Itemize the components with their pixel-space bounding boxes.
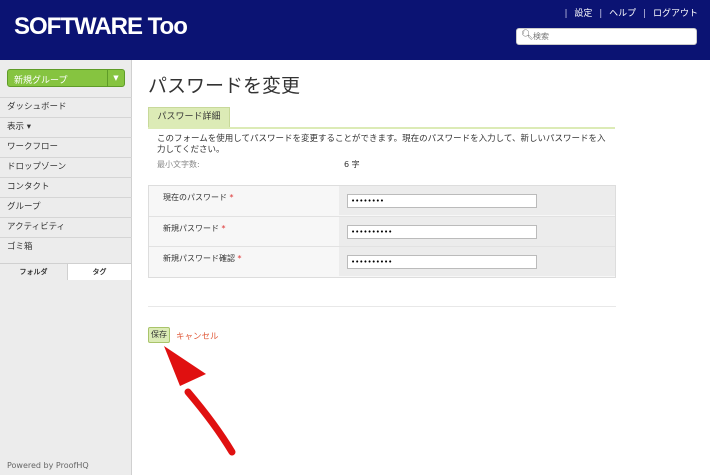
tab-folders[interactable]: フォルダ bbox=[0, 263, 67, 280]
current-password-input[interactable] bbox=[347, 194, 537, 208]
header-bar: SOFTWARE Too | 設定 | ヘルプ | ログアウト 🔍︎ bbox=[0, 0, 710, 60]
tab-tags[interactable]: タグ bbox=[67, 263, 132, 280]
confirm-password-label: 新規パスワード確認 * bbox=[163, 254, 242, 263]
sidebar-item-trash[interactable]: ゴミ箱 bbox=[0, 237, 132, 257]
sidebar-item-dashboard[interactable]: ダッシュボード bbox=[0, 97, 132, 117]
form-row-current: 現在のパスワード * bbox=[149, 186, 615, 215]
new-group-button[interactable]: 新規グループ ▼ bbox=[7, 69, 125, 87]
footer-divider bbox=[148, 306, 616, 307]
search-input[interactable] bbox=[533, 30, 693, 43]
form-description: このフォームを使用してパスワードを変更することができます。現在のパスワードを入力… bbox=[157, 134, 606, 155]
tab-password-details[interactable]: パスワード詳細 bbox=[148, 107, 230, 127]
form-row-new: 新規パスワード * bbox=[149, 216, 615, 246]
caret-down-icon[interactable]: ▼ bbox=[107, 70, 124, 86]
password-form: 現在のパスワード * 新規パスワード * 新規パスワード確認 * bbox=[148, 185, 616, 278]
new-group-label: 新規グループ bbox=[14, 76, 68, 86]
link-separator: | bbox=[599, 9, 603, 19]
sidebar-item-contacts[interactable]: コンタクト bbox=[0, 177, 132, 197]
sidebar-item-groups[interactable]: グループ bbox=[0, 197, 132, 217]
confirm-password-input[interactable] bbox=[347, 255, 537, 269]
sidebar: 新規グループ ▼ ダッシュボード 表示 ▾ ワークフロー ドロップゾーン コンタ… bbox=[0, 60, 132, 475]
sidebar-nav: ダッシュボード 表示 ▾ ワークフロー ドロップゾーン コンタクト グループ ア… bbox=[0, 97, 132, 257]
annotation-arrow-icon bbox=[164, 346, 236, 456]
new-password-label: 新規パスワード * bbox=[163, 224, 226, 233]
sidebar-item-workflow[interactable]: ワークフロー bbox=[0, 137, 132, 157]
help-link[interactable]: ヘルプ bbox=[609, 9, 636, 19]
current-password-label: 現在のパスワード * bbox=[163, 193, 234, 202]
section-divider bbox=[148, 127, 615, 129]
search-icon: 🔍︎ bbox=[521, 30, 534, 41]
app-logo[interactable]: SOFTWARE Too bbox=[14, 13, 188, 41]
link-separator: | bbox=[643, 9, 647, 19]
top-links: | 設定 | ヘルプ | ログアウト bbox=[560, 6, 698, 19]
sidebar-item-activity[interactable]: アクティビティ bbox=[0, 217, 132, 237]
link-separator: | bbox=[564, 9, 568, 19]
page-title: パスワードを変更 bbox=[148, 75, 301, 97]
search-box[interactable]: 🔍︎ bbox=[516, 28, 697, 45]
sidebar-tabs: フォルダ タグ bbox=[0, 263, 132, 280]
powered-by-footer[interactable]: Powered by ProofHQ bbox=[7, 461, 89, 470]
new-password-input[interactable] bbox=[347, 225, 537, 239]
settings-link[interactable]: 設定 bbox=[574, 9, 592, 19]
form-row-confirm: 新規パスワード確認 * bbox=[149, 246, 615, 276]
min-length-value: 6 字 bbox=[344, 160, 360, 169]
sidebar-item-view[interactable]: 表示 ▾ bbox=[0, 117, 132, 137]
min-length-label: 最小文字数: bbox=[157, 160, 200, 169]
logout-link[interactable]: ログアウト bbox=[653, 9, 698, 19]
sidebar-item-dropzone[interactable]: ドロップゾーン bbox=[0, 157, 132, 177]
